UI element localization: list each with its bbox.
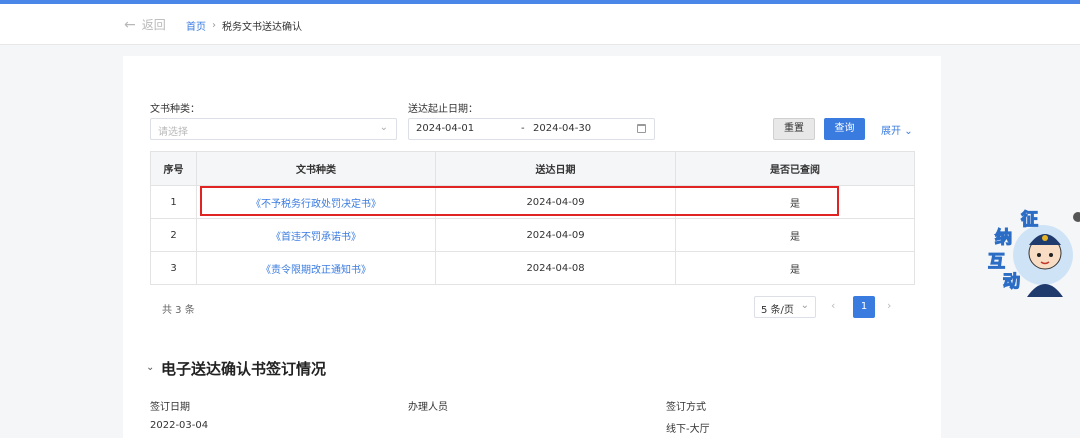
date-range-picker[interactable]: 2024-04-01 - 2024-04-30	[408, 118, 655, 140]
query-button[interactable]: 查询	[824, 118, 865, 140]
arrow-left-icon: ←	[124, 16, 136, 33]
row-viewed: 是	[675, 185, 915, 219]
column-header-doc-type: 文书种类	[196, 151, 436, 186]
breadcrumb-current: 税务文书送达确认	[222, 22, 302, 33]
chevron-down-icon: ⌄	[904, 126, 913, 137]
back-label: 返回	[141, 18, 166, 32]
row-doc-cell: 《责令限期改正通知书》	[196, 251, 436, 285]
next-page-button[interactable]: ›	[887, 299, 891, 312]
sign-method-label: 签订方式	[666, 402, 706, 413]
column-header-date: 送达日期	[435, 151, 676, 186]
date-separator: -	[521, 123, 525, 134]
date-start-input[interactable]: 2024-04-01	[416, 123, 474, 134]
handler-label: 办理人员	[408, 402, 448, 413]
header-bar: ← 返回 首页 › 税务文书送达确认	[0, 4, 1080, 45]
row-date: 2024-04-09	[435, 185, 676, 219]
doc-type-select[interactable]: 请选择 ⌄	[150, 118, 397, 140]
table-header-row: 序号 文书种类 送达日期 是否已查阅	[150, 151, 915, 186]
total-count: 共 3 条	[162, 305, 195, 316]
table-row: 2 《首违不罚承诺书》 2024-04-09 是	[150, 218, 915, 252]
sign-method-value: 线下-大厅	[666, 424, 710, 435]
doc-link[interactable]: 《责令限期改正通知书》	[261, 265, 371, 276]
chevron-down-icon: ⌄	[800, 300, 809, 311]
close-dot-icon[interactable]	[1073, 212, 1080, 222]
column-header-index: 序号	[150, 151, 197, 186]
back-button[interactable]: ← 返回	[124, 16, 166, 33]
prev-page-button[interactable]: ‹	[831, 299, 835, 312]
mascot-char: 动	[1003, 272, 1020, 292]
doc-type-label: 文书种类：	[150, 104, 200, 115]
date-end-input[interactable]: 2024-04-30	[533, 123, 591, 134]
row-index: 1	[150, 185, 197, 219]
mascot-body	[1027, 284, 1063, 297]
row-index: 2	[150, 218, 197, 252]
mascot-char: 征	[1021, 209, 1038, 230]
expand-label: 展开	[881, 126, 901, 137]
doc-link[interactable]: 《不予税务行政处罚决定书》	[251, 199, 381, 210]
expand-link[interactable]: 展开 ⌄	[881, 122, 913, 137]
breadcrumb-home-link[interactable]: 首页	[186, 18, 206, 33]
doc-type-placeholder: 请选择	[158, 127, 188, 138]
row-date: 2024-04-08	[435, 251, 676, 285]
page-size-select[interactable]: 5 条/页 ⌄	[754, 296, 816, 318]
page-number-button[interactable]: 1	[853, 296, 875, 318]
column-header-viewed: 是否已查阅	[675, 151, 915, 186]
row-doc-cell: 《首违不罚承诺书》	[196, 218, 436, 252]
section-title: 电子送达确认书签订情况	[161, 360, 327, 378]
row-viewed: 是	[675, 218, 915, 252]
date-range-label: 送达起止日期：	[408, 104, 478, 115]
table-row: 3 《责令限期改正通知书》 2024-04-08 是	[150, 251, 915, 285]
mascot-widget[interactable]: 征 纳 互 动	[983, 205, 1080, 297]
mascot-badge	[1042, 235, 1048, 241]
mascot-char: 互	[988, 252, 1005, 272]
row-doc-cell: 《不予税务行政处罚决定书》	[196, 185, 436, 219]
row-viewed: 是	[675, 251, 915, 285]
calendar-icon	[637, 124, 646, 133]
mascot-eye	[1049, 253, 1053, 257]
breadcrumb: 首页 › 税务文书送达确认	[186, 18, 302, 33]
chevron-right-icon: ›	[212, 20, 216, 31]
table-row: 1 《不予税务行政处罚决定书》 2024-04-09 是	[150, 185, 915, 219]
mascot-eye	[1037, 253, 1041, 257]
collapse-chevron-icon[interactable]: ⌄	[146, 362, 154, 373]
chevron-down-icon: ⌄	[379, 122, 388, 133]
row-index: 3	[150, 251, 197, 285]
mascot-char: 纳	[995, 227, 1012, 248]
documents-table: 序号 文书种类 送达日期 是否已查阅 1 《不予税务行政处罚决定书》 2024-…	[150, 151, 915, 285]
row-date: 2024-04-09	[435, 218, 676, 252]
page-size-value: 5 条/页	[761, 305, 794, 316]
reset-button[interactable]: 重置	[773, 118, 815, 140]
doc-link[interactable]: 《首违不罚承诺书》	[271, 232, 361, 243]
sign-date-label: 签订日期	[150, 402, 190, 413]
sign-date-value: 2022-03-04	[150, 420, 209, 431]
